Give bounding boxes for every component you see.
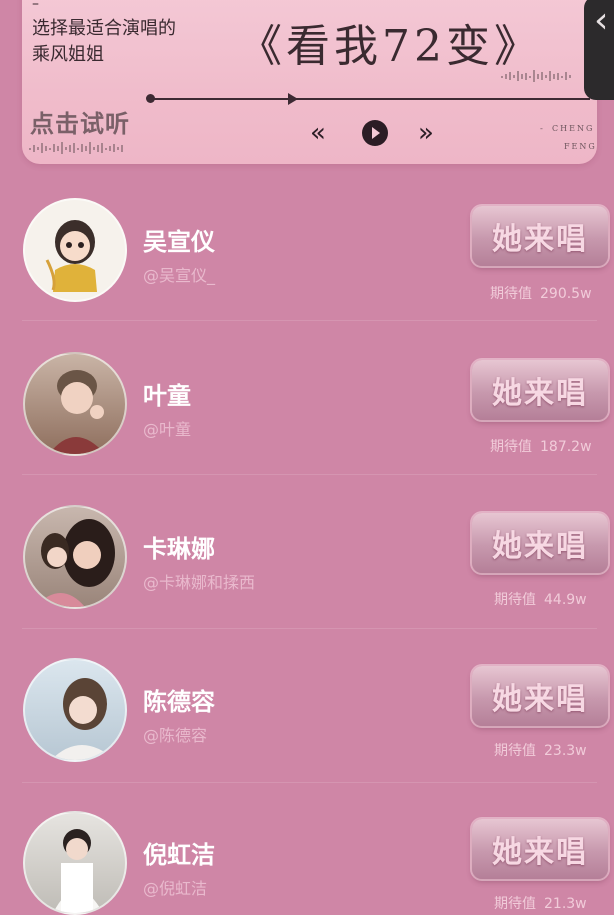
- avatar-photo: [51, 678, 115, 760]
- sing-button[interactable]: 她来唱: [472, 206, 608, 266]
- play-button[interactable]: [362, 120, 388, 146]
- waveform-top-icon: [501, 70, 571, 82]
- avatar-photo: [49, 370, 105, 454]
- sing-button[interactable]: 她来唱: [472, 666, 608, 726]
- avatar-kalinna[interactable]: [23, 505, 127, 609]
- prompt-line-2: 乘风姐姐: [32, 44, 104, 65]
- expect-number: 23.3w: [544, 743, 587, 759]
- progress-track[interactable]: [150, 98, 590, 100]
- expect-number: 290.5w: [540, 286, 592, 302]
- singer-name: 吴宣仪: [143, 228, 215, 256]
- singer-handle[interactable]: @陈德容: [143, 722, 207, 746]
- avatar-wuxuanyi[interactable]: [23, 198, 127, 302]
- double-chevron-right-icon: »: [418, 118, 434, 148]
- double-chevron-left-icon: «: [310, 118, 326, 148]
- expect-value: 期待值 44.9w: [494, 589, 587, 609]
- singer-handle[interactable]: @吴宣仪_: [143, 262, 215, 286]
- sing-button[interactable]: 她来唱: [472, 513, 608, 573]
- row-divider: [22, 320, 597, 321]
- song-title: 《看我72变》: [238, 21, 542, 72]
- expect-label: 期待值: [490, 286, 532, 302]
- expect-number: 187.2w: [540, 439, 592, 455]
- row-divider: [22, 628, 597, 629]
- expect-value: 期待值 21.3w: [494, 893, 587, 913]
- expect-label: 期待值: [490, 439, 532, 455]
- sing-button[interactable]: 她来唱: [472, 819, 608, 879]
- expect-value: 期待值 187.2w: [490, 436, 592, 456]
- avatar-photo: [53, 829, 103, 913]
- prompt-text: 选择最适合演唱的 乘风姐姐: [32, 16, 222, 68]
- singer-handle[interactable]: @倪虹洁: [143, 875, 207, 899]
- expect-number: 21.3w: [544, 896, 587, 912]
- expect-label: 期待值: [494, 592, 536, 608]
- prev-button[interactable]: «: [310, 118, 326, 148]
- sing-button[interactable]: 她来唱: [472, 360, 608, 420]
- singer-handle[interactable]: @叶童: [143, 416, 191, 440]
- expect-number: 44.9w: [544, 592, 587, 608]
- singer-name: 卡琳娜: [143, 535, 215, 563]
- avatar-illustration: [45, 220, 97, 292]
- next-button[interactable]: »: [418, 118, 434, 148]
- expect-value: 期待值 23.3w: [494, 740, 587, 760]
- progress-handle[interactable]: [288, 93, 298, 105]
- avatar-nihongjie[interactable]: [23, 811, 127, 915]
- singer-name: 倪虹洁: [143, 841, 215, 869]
- avatar-yetong[interactable]: [23, 352, 127, 456]
- expect-label: 期待值: [494, 896, 536, 912]
- avatar-photo: [35, 519, 115, 607]
- waveform-bottom-icon: [29, 142, 123, 154]
- back-button[interactable]: ‹: [584, 0, 614, 100]
- prompt-dash: –: [32, 0, 39, 12]
- singer-name: 叶童: [143, 382, 191, 410]
- singer-name: 陈德容: [143, 688, 215, 716]
- row-divider: [22, 782, 597, 783]
- prompt-line-1: 选择最适合演唱的: [32, 18, 176, 39]
- listen-label[interactable]: 点击试听: [30, 104, 130, 139]
- progress-start-dot: [146, 94, 155, 103]
- brand-dash: -: [540, 124, 543, 133]
- expect-value: 期待值 290.5w: [490, 283, 592, 303]
- brand-text-bottom: FENG: [564, 142, 597, 151]
- brand-text-top: CHENG: [552, 124, 595, 133]
- row-divider: [22, 474, 597, 475]
- chevron-left-icon: ‹: [594, 0, 609, 41]
- expect-label: 期待值: [494, 743, 536, 759]
- singer-handle[interactable]: @卡琳娜和揉西: [143, 569, 255, 593]
- avatar-chendeyong[interactable]: [23, 658, 127, 762]
